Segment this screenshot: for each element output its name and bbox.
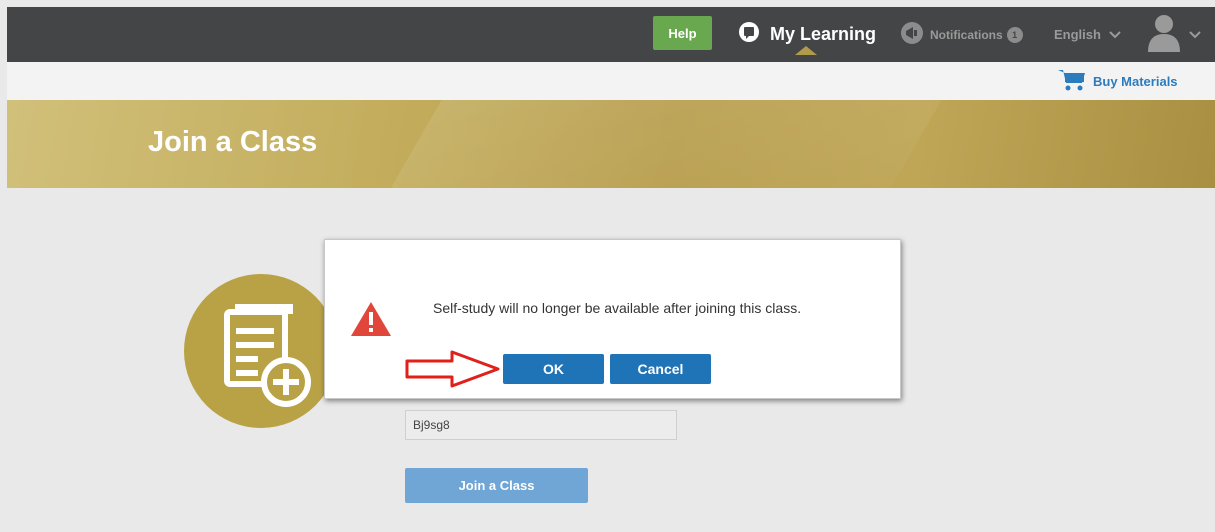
chevron-down-icon bbox=[1189, 26, 1201, 44]
active-nav-indicator bbox=[795, 46, 817, 55]
buy-materials-link[interactable]: Buy Materials bbox=[1057, 68, 1178, 94]
language-label: English bbox=[1054, 27, 1101, 42]
chevron-down-icon bbox=[1109, 27, 1121, 42]
top-nav-bar: Help My Learning Notifications 1 English bbox=[7, 7, 1215, 62]
notifications-badge: 1 bbox=[1006, 26, 1023, 43]
page-banner: Join a Class bbox=[7, 100, 1215, 188]
page-title: Join a Class bbox=[148, 126, 318, 158]
language-selector[interactable]: English bbox=[1054, 7, 1121, 62]
my-learning-label: My Learning bbox=[770, 24, 877, 44]
notifications-label: Notifications bbox=[930, 27, 1003, 42]
join-class-button[interactable]: Join a Class bbox=[405, 468, 588, 503]
help-button[interactable]: Help bbox=[653, 16, 712, 50]
class-code-input[interactable] bbox=[405, 410, 677, 440]
join-class-illustration bbox=[184, 274, 338, 428]
sub-header-bar: Buy Materials bbox=[7, 62, 1215, 100]
notifications-nav[interactable]: Notifications 1 bbox=[900, 7, 1023, 62]
document-add-icon bbox=[224, 304, 311, 407]
user-menu[interactable] bbox=[1147, 7, 1201, 62]
annotation-arrow-icon bbox=[405, 350, 500, 388]
warning-triangle-icon bbox=[350, 301, 392, 342]
ok-button[interactable]: OK bbox=[503, 354, 604, 384]
megaphone-icon bbox=[900, 21, 924, 48]
buy-materials-label: Buy Materials bbox=[1093, 73, 1178, 89]
user-avatar-icon bbox=[1147, 12, 1181, 57]
my-learning-icon bbox=[738, 21, 760, 48]
cart-icon bbox=[1057, 67, 1087, 96]
cancel-button[interactable]: Cancel bbox=[610, 354, 711, 384]
dialog-message: Self-study will no longer be available a… bbox=[433, 300, 802, 316]
